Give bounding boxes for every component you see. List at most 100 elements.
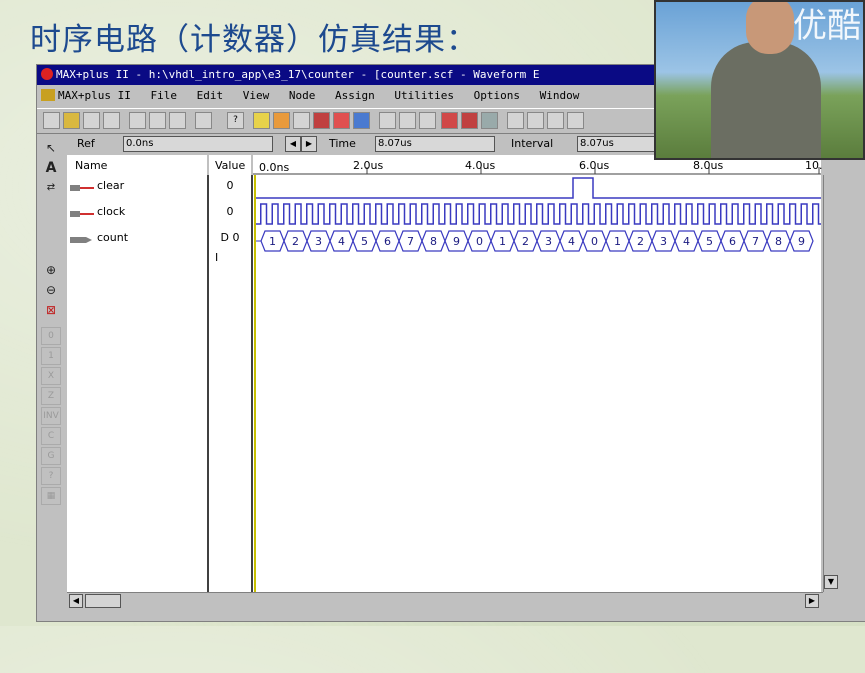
count-bus-value: 8: [775, 235, 782, 248]
menu-assign[interactable]: Assign: [335, 86, 375, 106]
zoom-in-icon[interactable]: ⊕: [41, 261, 61, 279]
signal-row-count[interactable]: count: [67, 229, 207, 251]
help-icon[interactable]: ?: [227, 112, 244, 129]
invert-icon[interactable]: INV: [41, 407, 61, 425]
text-cursor-icon: I: [215, 251, 219, 264]
count-bus-value: 3: [315, 235, 322, 248]
step-right-icon[interactable]: ▶: [301, 136, 317, 152]
time-label: Time: [329, 137, 356, 150]
scroll-right-icon[interactable]: ▶: [805, 594, 819, 608]
time-field[interactable]: 8.07us: [375, 136, 495, 152]
horizontal-scrollbar[interactable]: ◀ ▶: [67, 592, 823, 609]
pointer-icon[interactable]: ↖: [41, 139, 61, 157]
signal-names-panel: clear clock count: [67, 175, 209, 592]
count-bus-value: 9: [798, 235, 805, 248]
value-count: D 0: [220, 231, 240, 244]
node-icon[interactable]: ⇄: [41, 179, 61, 197]
signal-values-panel: 0 0 D 0 I: [209, 175, 253, 592]
scroll-left-icon[interactable]: ◀: [69, 594, 83, 608]
timing-icon[interactable]: [461, 112, 478, 129]
snap-grid-icon[interactable]: ▦: [41, 487, 61, 505]
timing-analyzer-icon[interactable]: [353, 112, 370, 129]
project-simulate-icon[interactable]: [441, 112, 458, 129]
paste-icon[interactable]: [169, 112, 186, 129]
scroll-down-icon[interactable]: ▼: [824, 575, 838, 589]
menu-file[interactable]: File: [150, 86, 177, 106]
save-icon[interactable]: [83, 112, 100, 129]
value-column-header: Value: [209, 155, 251, 175]
time-tick-4us: 4.0us: [465, 159, 496, 172]
hierarchy-up-icon[interactable]: [253, 112, 270, 129]
count-bus-value: 5: [706, 235, 713, 248]
clock-tool-icon[interactable]: [527, 112, 544, 129]
count-bus-value: 2: [637, 235, 644, 248]
open-folder-icon[interactable]: [63, 112, 80, 129]
step-left-icon[interactable]: ◀: [285, 136, 301, 152]
copy-icon[interactable]: [149, 112, 166, 129]
scroll-thumb[interactable]: [85, 594, 121, 608]
time-stepper[interactable]: ◀ ▶: [285, 136, 319, 152]
set-x-icon[interactable]: X: [41, 367, 61, 385]
group-icon[interactable]: [547, 112, 564, 129]
count-bus-value: 2: [522, 235, 529, 248]
overwrite-group-icon[interactable]: ?: [41, 467, 61, 485]
value-clock: 0: [226, 205, 234, 218]
menu-view[interactable]: View: [243, 86, 270, 106]
fit-icon[interactable]: ⊠: [41, 301, 61, 319]
new-file-icon[interactable]: [43, 112, 60, 129]
window-title: MAX+plus II - h:\vhdl_intro_app\e3_17\co…: [56, 68, 540, 81]
more-tools-icon[interactable]: [567, 112, 584, 129]
cut-icon[interactable]: [129, 112, 146, 129]
presenter-figure: [711, 42, 821, 158]
menu-options[interactable]: Options: [474, 86, 520, 106]
text-tool-icon[interactable]: A: [41, 159, 61, 177]
menu-edit[interactable]: Edit: [197, 86, 224, 106]
print-icon[interactable]: [103, 112, 120, 129]
floorplan-icon[interactable]: [293, 112, 310, 129]
tool-palette: ↖ A ⇄ ⊕ ⊖ ⊠ 0 1 X Z INV C G ? ▦: [37, 133, 65, 673]
signal-row-clock[interactable]: clock: [67, 203, 207, 225]
waveform-panel[interactable]: 1 2 3 4 5 6 7 8 9 0 1 2 3 4 0 1 2 3 4 5 6 7 8 9: [253, 175, 821, 592]
app-icon[interactable]: [41, 68, 53, 80]
name-header-label: Name: [75, 159, 108, 172]
project-save-check-icon[interactable]: [399, 112, 416, 129]
count-bus-value: 7: [752, 235, 759, 248]
set-z-icon[interactable]: Z: [41, 387, 61, 405]
zoom-out-icon[interactable]: ⊖: [41, 281, 61, 299]
time-tick-8us: 8.0us: [693, 159, 724, 172]
open-top-icon[interactable]: [273, 112, 290, 129]
waveform-tool-icon[interactable]: [481, 112, 498, 129]
waveform-canvas[interactable]: 1 2 3 4 5 6 7 8 9 0 1 2 3 4 0 1 2 3 4 5 6 7 8 9: [253, 175, 821, 592]
presenter-webcam-overlay: 优酷: [654, 0, 865, 160]
maxplus-menu-icon: [41, 89, 55, 101]
value-header-label: Value: [215, 159, 246, 172]
overwrite-clock-icon[interactable]: C: [41, 427, 61, 445]
simulator-icon[interactable]: [333, 112, 350, 129]
project-compile-icon[interactable]: [419, 112, 436, 129]
menu-window[interactable]: Window: [540, 86, 580, 106]
count-bus-value: 1: [499, 235, 506, 248]
compiler-icon[interactable]: [313, 112, 330, 129]
menu-maxplus[interactable]: MAX+plus II: [41, 86, 131, 106]
programmer-icon[interactable]: [379, 112, 396, 129]
count-bus-value: 3: [545, 235, 552, 248]
set-high-icon[interactable]: 1: [41, 347, 61, 365]
count-bus-value: 4: [338, 235, 345, 248]
overwrite-count-icon[interactable]: G: [41, 447, 61, 465]
count-bus-value: 9: [453, 235, 460, 248]
menu-node[interactable]: Node: [289, 86, 316, 106]
count-bus-value: 0: [591, 235, 598, 248]
time-tick-2us: 2.0us: [353, 159, 384, 172]
vertical-scrollbar[interactable]: ▼: [823, 175, 840, 592]
signal-row-clear[interactable]: clear: [67, 177, 207, 199]
undo-icon[interactable]: [195, 112, 212, 129]
set-low-icon[interactable]: 0: [41, 327, 61, 345]
interval-label: Interval: [511, 137, 554, 150]
count-bus-value: 4: [568, 235, 575, 248]
count-bus-value: 1: [614, 235, 621, 248]
cursor-time-label: 0.0ns: [259, 161, 290, 174]
ref-field[interactable]: 0.0ns: [123, 136, 273, 152]
overwrite-icon[interactable]: [507, 112, 524, 129]
count-bus-value: 0: [476, 235, 483, 248]
menu-utilities[interactable]: Utilities: [394, 86, 454, 106]
